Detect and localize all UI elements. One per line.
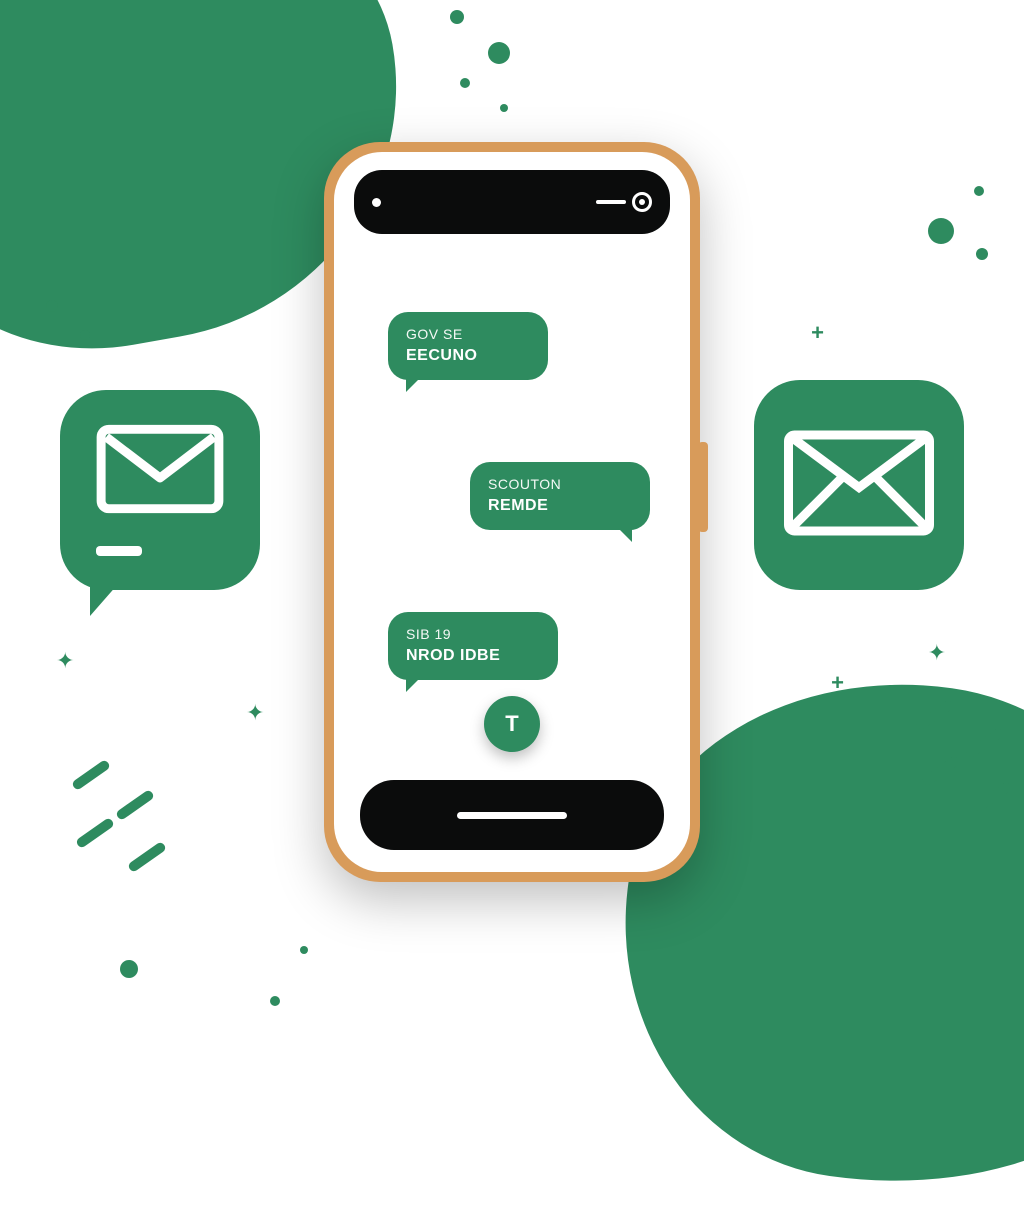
message-line: REMDE	[488, 496, 632, 516]
decorative-dot	[976, 248, 988, 260]
chat-bubble[interactable]: SCOUTON REMDE	[470, 462, 650, 530]
decorative-dot	[974, 186, 984, 196]
message-line: SCOUTON	[488, 476, 632, 494]
decorative-dot	[460, 78, 470, 88]
decorative-dot	[46, 300, 58, 312]
message-line: SIB 19	[406, 626, 540, 644]
phone-frame: GOV SE EECUNO SCOUTON REMDE SIB 19 NROD …	[324, 142, 700, 882]
decorative-dot	[500, 104, 508, 112]
compose-label: T	[505, 711, 518, 737]
power-button[interactable]	[698, 442, 708, 532]
mail-chat-icon	[60, 390, 260, 590]
decorative-dot	[80, 330, 90, 340]
star-icon: ✦	[246, 700, 264, 726]
decorative-dot	[300, 946, 308, 954]
message-line: EECUNO	[406, 346, 530, 366]
phone-screen: GOV SE EECUNO SCOUTON REMDE SIB 19 NROD …	[334, 152, 690, 872]
decorative-dot	[450, 10, 464, 24]
chat-bubble[interactable]: SIB 19 NROD IDBE	[388, 612, 558, 680]
decorative-dot	[120, 960, 138, 978]
star-icon: ✦	[928, 640, 946, 666]
decorative-dot	[270, 996, 280, 1006]
status-bar	[354, 170, 670, 234]
compose-button[interactable]: T	[484, 696, 540, 752]
home-bar[interactable]	[360, 780, 664, 850]
message-line: NROD IDBE	[406, 646, 540, 666]
chat-bubble[interactable]: GOV SE EECUNO	[388, 312, 548, 380]
message-line: GOV SE	[406, 326, 530, 344]
mail-icon	[754, 380, 964, 590]
status-indicator-icon	[372, 198, 381, 207]
plus-icon: +	[811, 320, 824, 346]
home-indicator-icon	[457, 812, 567, 819]
decorative-dot	[928, 218, 954, 244]
star-icon: ✦	[56, 648, 74, 674]
plus-icon: +	[831, 670, 844, 696]
decorative-dot	[488, 42, 510, 64]
camera-cluster-icon	[596, 192, 652, 212]
